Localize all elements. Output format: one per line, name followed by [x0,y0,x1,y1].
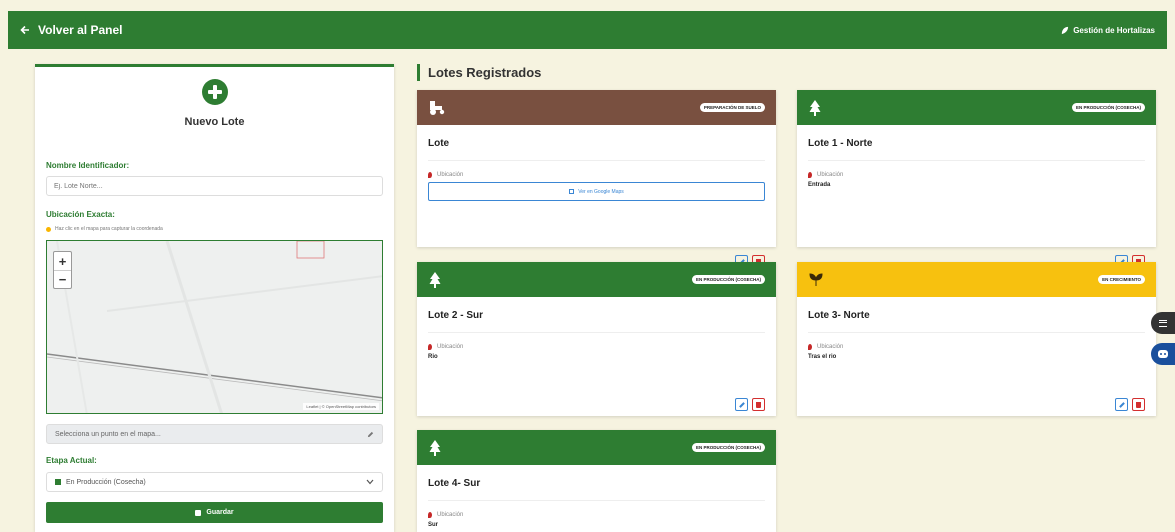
map-pin-icon [808,344,812,350]
brand: Gestión de Hortalizas [1060,26,1155,35]
form-title: Nuevo Lote [184,116,245,128]
location-hint: Haz clic en el mapa para capturar la coo… [46,226,163,232]
zoom-control: + − [53,251,72,289]
location-label: Ubicación [437,512,464,518]
back-label: Volver al Panel [38,23,123,37]
stage-selected-value: En Producción (Cosecha) [66,478,146,486]
google-maps-link[interactable]: Ver en Google Maps [428,182,765,201]
zoom-in-button[interactable]: + [54,252,71,270]
lot-header: EN PRODUCCIÓN (COSECHA) [417,262,776,297]
info-icon [46,226,51,232]
map-pin-icon [428,512,432,518]
lot-name: Lote 1 - Norte [808,125,1145,161]
save-label: Guardar [206,509,234,516]
stage-badge: EN PRODUCCIÓN (COSECHA) [1071,103,1145,112]
menu-float-button[interactable] [1151,312,1175,334]
location-label: Ubicación [437,344,464,350]
lot-card: PREPARACIÓN DE SUELO Lote Ubicación Ver … [417,90,776,268]
location-hint-text: Haz clic en el mapa para capturar la coo… [55,226,163,232]
location-label: Ubicación [817,172,844,178]
stage-badge: EN PRODUCCIÓN (COSECHA) [691,275,765,284]
stage-badge: EN PRODUCCIÓN (COSECHA) [691,443,765,452]
lot-name: Lote 3- Norte [808,297,1145,333]
stage-badge: EN CRECIMIENTO [1098,275,1145,284]
pencil-icon [367,431,374,437]
external-link-icon [569,189,575,194]
lot-name: Lote 4- Sur [428,465,765,501]
stage-color-icon [55,479,61,485]
location-value: Entrada [808,182,831,188]
location-label: Ubicación [437,172,464,178]
location-value: Sur [428,522,439,528]
coordinates-field[interactable]: Selecciona un punto en el mapa... [46,424,383,444]
stage-badge: PREPARACIÓN DE SUELO [699,103,765,112]
lot-header: EN PRODUCCIÓN (COSECHA) [417,430,776,465]
lot-card: EN PRODUCCIÓN (COSECHA) Lote 2 - Sur Ubi… [417,262,776,416]
trash-icon [756,401,761,408]
name-label: Nombre Identificador: [46,161,130,170]
lot-card: EN CRECIMIENTO Lote 3- Norte Ubicación T… [797,262,1156,416]
lot-name: Lote 2 - Sur [428,297,765,333]
top-navbar: Volver al Panel Gestión de Hortalizas [8,11,1167,49]
location-value: Tras el rio [808,354,837,360]
location-value: Rio [428,354,438,360]
pencil-icon [738,401,745,408]
zoom-out-button[interactable]: − [54,270,71,288]
lot-header: EN CRECIMIENTO [797,262,1156,297]
coordinates-placeholder: Selecciona un punto en el mapa... [55,430,161,438]
edit-button[interactable] [735,398,748,411]
map-pin-icon [808,172,812,178]
pencil-icon [1118,401,1125,408]
chatbot-icon [1158,350,1168,358]
tractor-icon [430,100,445,115]
lot-card: EN PRODUCCIÓN (COSECHA) Lote 4- Sur Ubic… [417,430,776,532]
lot-name-input[interactable] [46,176,383,196]
stage-label: Etapa Actual: [46,456,97,465]
location-map[interactable]: + − Leaflet | © OpenStreetMap contributo… [46,240,383,414]
lot-header: EN PRODUCCIÓN (COSECHA) [797,90,1156,125]
plus-circle-icon [201,79,228,105]
map-pin-icon [428,172,432,178]
edit-button[interactable] [1115,398,1128,411]
location-label: Ubicación Exacta: [46,210,115,219]
chatbot-float-button[interactable] [1151,343,1175,365]
lot-name: Lote [428,125,765,161]
map-attribution[interactable]: Leaflet | © OpenStreetMap contributors [303,403,379,410]
tree-icon [429,271,441,288]
delete-button[interactable] [752,398,765,411]
stage-select[interactable]: En Producción (Cosecha) [46,472,383,492]
tree-icon [429,439,441,456]
lot-header: PREPARACIÓN DE SUELO [417,90,776,125]
trash-icon [1136,401,1141,408]
tree-icon [809,99,821,116]
floppy-icon [195,509,202,516]
map-tiles [47,241,382,413]
delete-button[interactable] [1132,398,1145,411]
menu-icon [1159,319,1167,327]
leaf-icon [1062,26,1069,34]
seedling-icon [809,272,823,286]
location-label: Ubicación [817,344,844,350]
back-to-panel-link[interactable]: Volver al Panel [20,23,123,37]
maps-link-label: Ver en Google Maps [578,188,624,195]
save-button[interactable]: Guardar [46,502,383,523]
brand-label: Gestión de Hortalizas [1073,25,1155,35]
new-lot-form: Nuevo Lote Nombre Identificador: Ubicaci… [35,64,394,532]
lot-card: EN PRODUCCIÓN (COSECHA) Lote 1 - Norte U… [797,90,1156,268]
registered-lots-title: Lotes Registrados [417,64,541,81]
arrow-left-icon [20,25,29,35]
chevron-down-icon [366,479,374,485]
map-pin-icon [428,344,432,350]
